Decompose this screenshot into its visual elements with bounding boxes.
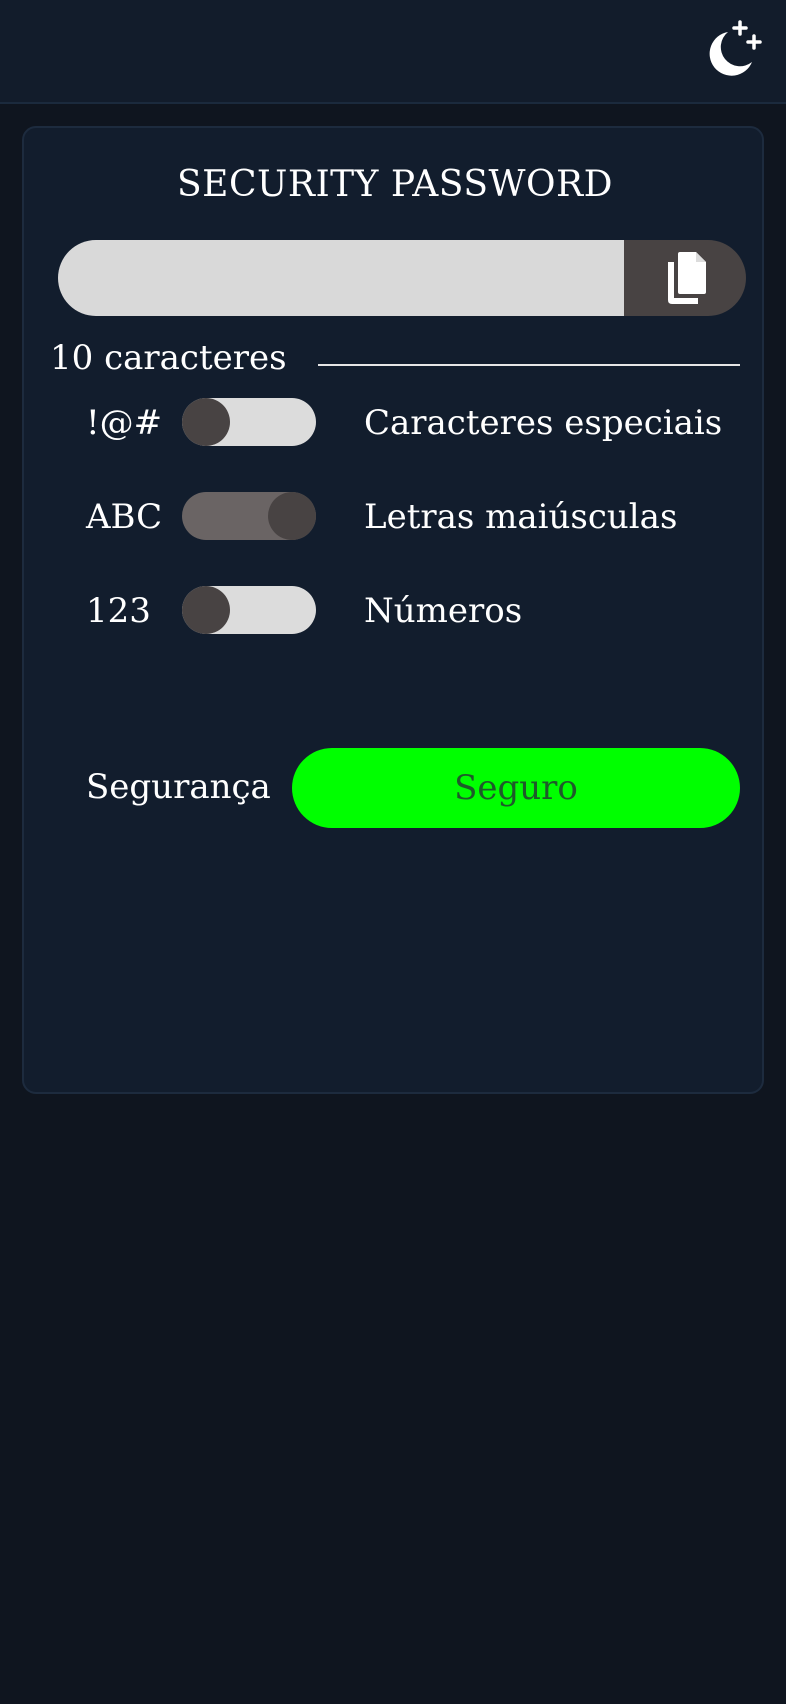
security-label: Segurança: [86, 767, 271, 807]
option-special-characters: !@# Caracteres especiais: [24, 398, 766, 448]
top-bar: [0, 0, 786, 104]
option-symbol: !@#: [86, 403, 163, 443]
toggle-numbers[interactable]: [182, 586, 316, 634]
toggle-knob: [182, 398, 230, 446]
toggle-special-characters[interactable]: [182, 398, 316, 446]
security-status-badge: Seguro: [292, 748, 740, 828]
toggle-knob: [182, 586, 230, 634]
toggle-uppercase[interactable]: [182, 492, 316, 540]
password-output-field[interactable]: [58, 240, 624, 316]
copy-button[interactable]: [624, 240, 746, 316]
option-label: Números: [364, 591, 523, 631]
option-label: Letras maiúsculas: [364, 497, 678, 537]
option-numbers: 123 Números: [24, 586, 766, 636]
option-symbol: ABC: [86, 497, 163, 537]
option-label: Caracteres especiais: [364, 403, 723, 443]
option-symbol: 123: [86, 591, 151, 631]
length-slider[interactable]: [318, 364, 740, 366]
length-label: 10 caracteres: [50, 338, 287, 378]
toggle-knob: [268, 492, 316, 540]
theme-toggle-button[interactable]: [702, 18, 762, 82]
page-title: SECURITY PASSWORD: [177, 164, 613, 205]
password-generator-card: SECURITY PASSWORD 10 caracteres !@# Cara…: [22, 126, 764, 1094]
moon-stars-icon: [709, 20, 762, 76]
option-uppercase: ABC Letras maiúsculas: [24, 492, 766, 542]
copy-icon: [668, 252, 706, 304]
